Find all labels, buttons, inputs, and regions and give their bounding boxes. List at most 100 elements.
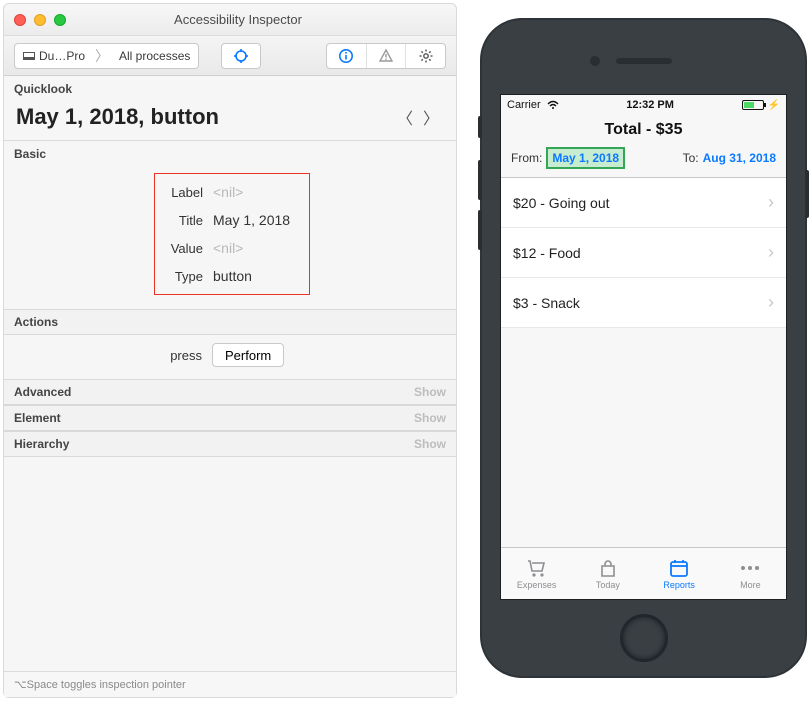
action-name-press: press [14, 348, 202, 363]
charging-icon: ⚡ [768, 100, 780, 111]
bag-icon [597, 558, 619, 578]
traffic-lights [14, 14, 66, 26]
breadcrumb-device[interactable]: Du…Pro [15, 44, 93, 68]
advanced-show-toggle[interactable]: Show [414, 385, 446, 399]
list-item-label: $3 - Snack [513, 295, 580, 311]
hierarchy-label: Hierarchy [14, 437, 69, 451]
list-item-label: $12 - Food [513, 245, 581, 261]
from-label: From: [511, 151, 542, 165]
toolbar-mode-group [326, 43, 446, 69]
from-date-button[interactable]: May 1, 2018 [546, 147, 625, 169]
prop-val-value: <nil> [213, 240, 243, 256]
element-label: Element [14, 411, 61, 425]
chevron-left-icon: 〈 [397, 105, 413, 129]
prop-key-title: Title [157, 213, 203, 228]
calendar-icon [668, 558, 690, 578]
cart-icon [526, 558, 548, 578]
advanced-label: Advanced [14, 385, 71, 399]
home-button[interactable] [620, 614, 668, 662]
tab-today[interactable]: Today [572, 548, 643, 599]
tab-label: More [740, 580, 761, 590]
chevron-right-icon: 〉 [423, 105, 439, 129]
prev-element-button[interactable]: 〈 [392, 105, 418, 129]
minimize-window-icon[interactable] [34, 14, 46, 26]
tab-label: Expenses [517, 580, 557, 590]
breadcrumb-separator-icon: 〉 [93, 46, 111, 66]
prop-val-label: <nil> [213, 184, 243, 200]
to-label: To: [683, 151, 699, 165]
list-item[interactable]: $12 - Food › [501, 228, 786, 278]
info-mode-button[interactable] [327, 44, 367, 68]
advanced-section-header[interactable]: Advanced Show [4, 379, 456, 405]
hierarchy-section-header[interactable]: Hierarchy Show [4, 431, 456, 457]
highlight-box: Label <nil> Title May 1, 2018 Value <nil… [154, 173, 310, 295]
tab-label: Today [596, 580, 620, 590]
breadcrumb-device-label: Du…Pro [39, 49, 85, 63]
chevron-right-icon: › [768, 242, 774, 263]
prop-key-type: Type [157, 269, 203, 284]
basic-section: Label <nil> Title May 1, 2018 Value <nil… [4, 165, 456, 309]
speaker-grille [616, 58, 672, 64]
tab-more[interactable]: More [715, 548, 786, 599]
audit-mode-button[interactable] [367, 44, 407, 68]
close-window-icon[interactable] [14, 14, 26, 26]
crosshair-icon [233, 48, 249, 64]
perform-button[interactable]: Perform [212, 343, 284, 367]
titlebar: Accessibility Inspector [4, 4, 456, 36]
volume-down-button [478, 210, 482, 250]
battery-icon [742, 100, 764, 110]
info-icon [338, 48, 354, 64]
carrier-label: Carrier [507, 99, 541, 111]
phone-screen: Carrier 12:32 PM ⚡ Total - $35 From: May… [500, 94, 787, 600]
front-camera [590, 56, 600, 66]
prop-key-value: Value [157, 241, 203, 256]
zoom-window-icon[interactable] [54, 14, 66, 26]
actions-section-header: Actions [4, 309, 456, 335]
settings-mode-button[interactable] [406, 44, 445, 68]
actions-label: Actions [14, 315, 58, 329]
more-icon [741, 558, 759, 578]
status-time: 12:32 PM [626, 99, 674, 111]
list-item[interactable]: $20 - Going out › [501, 178, 786, 228]
prop-val-type: button [213, 268, 252, 284]
to-date-button[interactable]: Aug 31, 2018 [703, 151, 776, 165]
basic-section-heading: Basic [4, 141, 456, 165]
page-title: Total - $35 [501, 115, 786, 147]
power-button [805, 170, 809, 218]
gear-icon [418, 48, 434, 64]
tab-reports[interactable]: Reports [644, 548, 715, 599]
hierarchy-show-toggle[interactable]: Show [414, 437, 446, 451]
toolbar: Du…Pro 〉 All processes [4, 36, 456, 76]
tab-expenses[interactable]: Expenses [501, 548, 572, 599]
prop-val-title: May 1, 2018 [213, 212, 290, 228]
quicklook-title: May 1, 2018, button [16, 104, 392, 130]
tab-bar: Expenses Today Reports [501, 547, 786, 599]
prop-key-label: Label [157, 185, 203, 200]
actions-section: press Perform [4, 335, 456, 379]
target-breadcrumb[interactable]: Du…Pro 〉 All processes [14, 43, 199, 69]
element-section-header[interactable]: Element Show [4, 405, 456, 431]
quicklook-title-row: May 1, 2018, button 〈 〉 [4, 100, 456, 140]
mute-switch [478, 116, 482, 138]
footer-hint: ⌥Space toggles inspection pointer [4, 671, 456, 697]
breadcrumb-target-label: All processes [119, 49, 190, 63]
volume-up-button [478, 160, 482, 200]
element-show-toggle[interactable]: Show [414, 411, 446, 425]
tab-label: Reports [663, 580, 695, 590]
list-item[interactable]: $3 - Snack › [501, 278, 786, 328]
chevron-right-icon: › [768, 292, 774, 313]
inspection-pointer-button[interactable] [221, 43, 261, 69]
accessibility-inspector-window: Accessibility Inspector Du…Pro 〉 All pro… [3, 3, 457, 698]
window-title: Accessibility Inspector [74, 12, 402, 27]
expense-list: $20 - Going out › $12 - Food › $3 - Snac… [501, 178, 786, 328]
next-element-button[interactable]: 〉 [418, 105, 444, 129]
status-bar: Carrier 12:32 PM ⚡ [501, 95, 786, 115]
monitor-icon [23, 52, 35, 60]
breadcrumb-target[interactable]: All processes [111, 44, 198, 68]
warning-icon [378, 48, 394, 64]
wifi-icon [547, 100, 559, 110]
chevron-right-icon: › [768, 192, 774, 213]
app-header: Total - $35 From: May 1, 2018 To: Aug 31… [501, 115, 786, 178]
iphone-device-frame: Carrier 12:32 PM ⚡ Total - $35 From: May… [480, 18, 807, 678]
quicklook-heading: Quicklook [4, 76, 456, 100]
